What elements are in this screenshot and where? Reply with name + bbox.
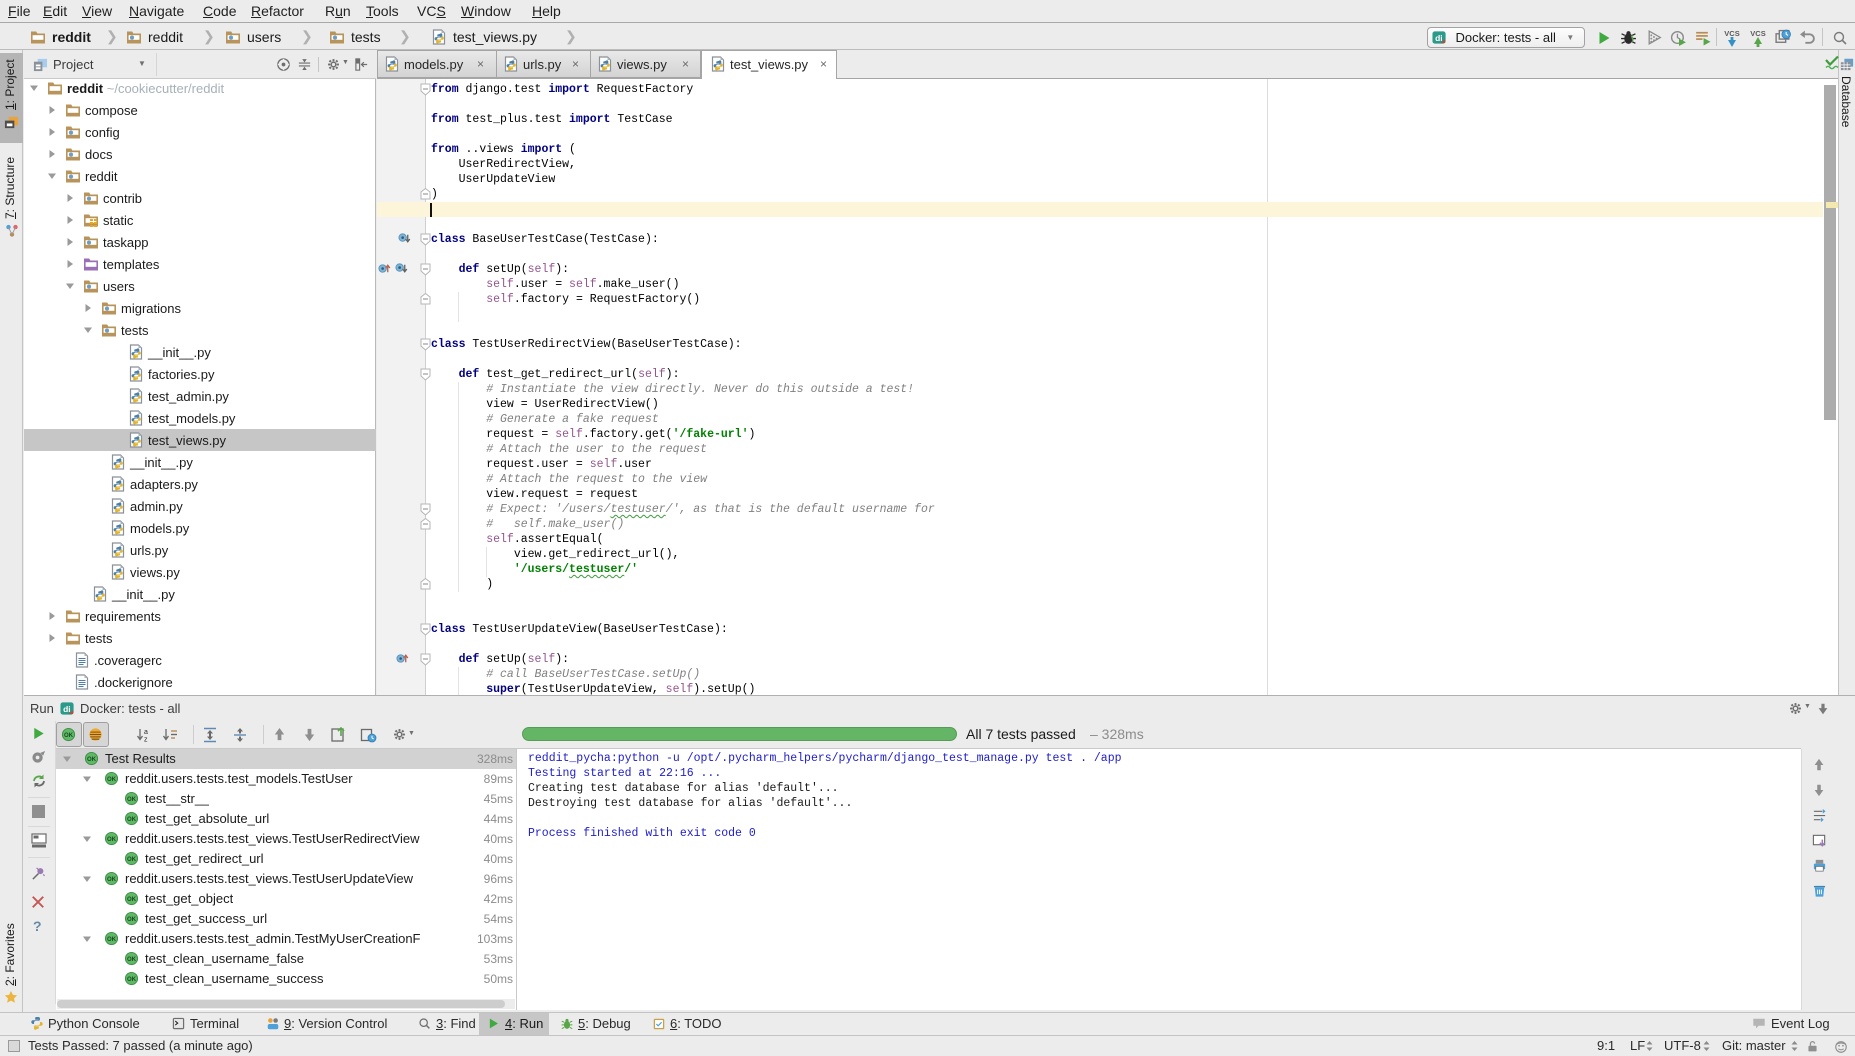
svg-text:a: a xyxy=(144,729,148,736)
svg-text:z: z xyxy=(144,737,148,744)
svg-text:VCS: VCS xyxy=(1724,29,1739,38)
svg-text:VCS: VCS xyxy=(1750,29,1765,38)
